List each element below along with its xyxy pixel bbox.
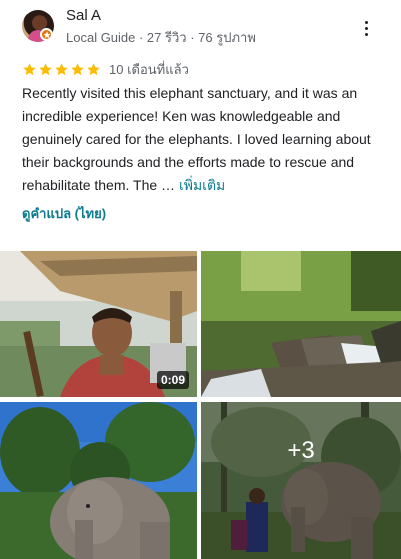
star-icon: [71, 62, 84, 75]
translate-link[interactable]: ดูคำแปล (ไทย): [22, 203, 106, 224]
review-date: 10 เดือนที่แล้ว: [109, 61, 189, 77]
more-link[interactable]: เพิ่มเติม: [179, 177, 225, 193]
dot-icon: [364, 20, 368, 24]
reviewer-name[interactable]: Sal A: [66, 7, 101, 24]
more-photos-overlay[interactable]: +3: [201, 402, 401, 559]
star-icon: [87, 62, 100, 75]
waterfall-image: [201, 251, 401, 397]
star-icon: [23, 62, 36, 75]
review-card: Sal A Local Guide · 27 รีวิว · 76 รูปภาพ…: [0, 0, 401, 559]
reviewer-meta: Local Guide · 27 รีวิว · 76 รูปภาพ: [66, 30, 256, 45]
photo-grid: 0:09 +3: [0, 251, 401, 559]
review-photo-elephant[interactable]: [0, 402, 197, 559]
dot-icon: [364, 26, 368, 30]
review-header: Sal A Local Guide · 27 รีวิว · 76 รูปภาพ: [0, 0, 401, 52]
star-icon: [55, 62, 68, 75]
star-icon: [39, 62, 52, 75]
local-guide-badge-icon: [40, 28, 53, 41]
more-photos-count: +3: [287, 436, 315, 464]
review-text: Recently visited this elephant sanctuary…: [22, 82, 382, 197]
dot-icon: [364, 32, 368, 36]
star-rating: [22, 62, 101, 77]
rating-row: 10 เดือนที่แล้ว: [22, 60, 189, 78]
review-photo-waterfall[interactable]: [201, 251, 401, 397]
review-photo-more[interactable]: +3: [201, 402, 401, 559]
more-options-button[interactable]: [356, 16, 376, 40]
review-video-thumbnail[interactable]: 0:09: [0, 251, 197, 397]
elephant-image: [0, 402, 197, 559]
video-duration: 0:09: [156, 371, 189, 389]
